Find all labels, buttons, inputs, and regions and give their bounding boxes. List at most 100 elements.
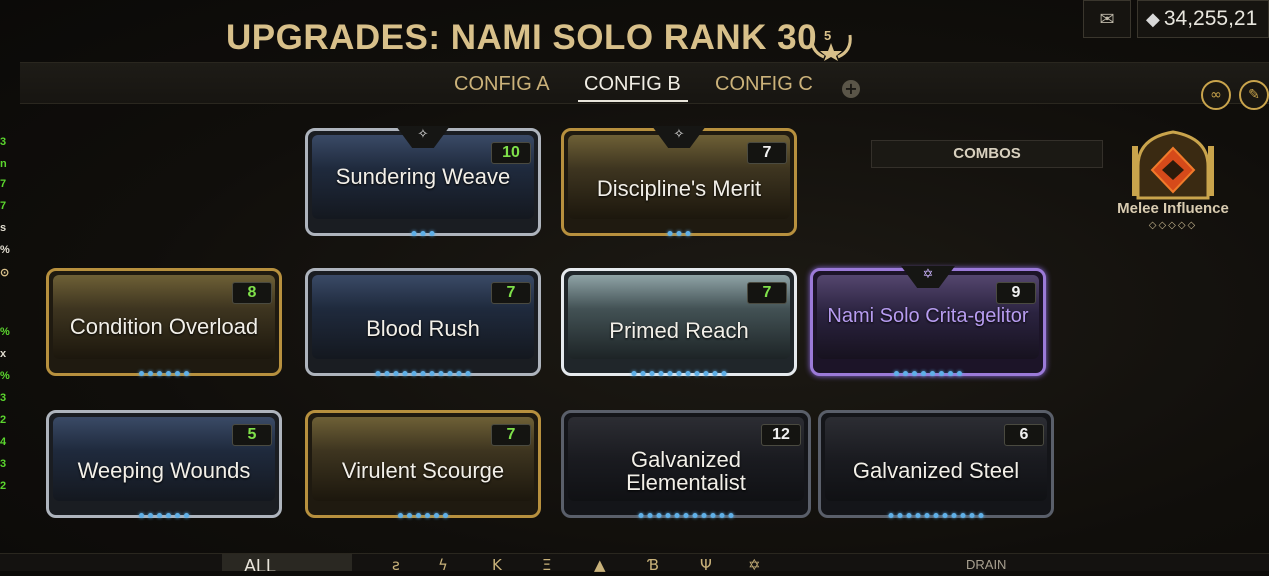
platinum-icon: ◆: [1146, 8, 1160, 30]
stat-char: %: [0, 244, 10, 256]
edit-icon[interactable]: ✎: [1239, 80, 1269, 110]
filter-all-tab[interactable]: ALL: [222, 554, 352, 571]
mod-name: Nami Solo Crita-gelitor: [827, 305, 1029, 327]
mod-card-disciplines-merit[interactable]: ✧ 7 Discipline's Merit: [561, 126, 797, 238]
mod-card-riven[interactable]: ✡ 9 Nami Solo Crita-gelitor: [810, 266, 1046, 378]
stat-char: 2: [0, 414, 7, 426]
combos-button[interactable]: COMBOS: [871, 140, 1103, 168]
mod-rank-pips: [139, 371, 189, 376]
stat-char: %: [0, 326, 10, 338]
mod-rank-pips: [888, 513, 984, 518]
mod-drain-badge: 5: [232, 424, 272, 446]
polarity-filter-icon[interactable]: Ψ: [700, 554, 712, 576]
mod-drain: 7: [762, 144, 772, 161]
config-tabs: CONFIG A CONFIG B CONFIG C +: [20, 62, 1269, 104]
platinum-counter[interactable]: ◆ 34,255,21: [1137, 0, 1269, 38]
platinum-amount: 34,255,21: [1163, 7, 1258, 30]
mod-drain: 9: [1011, 284, 1021, 301]
mod-name: Weeping Wounds: [77, 458, 251, 483]
mod-name: Primed Reach: [609, 318, 749, 343]
mod-drain-badge: 6: [1004, 424, 1044, 446]
mastery-rank-emblem: 5: [806, 27, 856, 61]
drain-sort-label[interactable]: DRAIN: [966, 554, 1006, 576]
currency-area: ✉ ◆ 34,255,21: [1083, 0, 1269, 38]
mod-drain: 7: [506, 426, 516, 443]
mod-name: Sundering Weave: [335, 164, 511, 189]
mod-drain: 7: [506, 284, 516, 301]
stance-emblem-icon: [1132, 130, 1214, 200]
mod-drain-badge: 7: [491, 282, 531, 304]
stat-char: %: [0, 370, 10, 382]
mod-card-galvanized-steel[interactable]: 6 Galvanized Steel: [818, 410, 1054, 520]
active-tab-underline: [578, 100, 688, 102]
mod-name: Condition Overload: [69, 314, 259, 339]
stance-name: Melee Influence: [1117, 200, 1229, 217]
polarity-filter-icon[interactable]: Ξ: [542, 554, 551, 576]
mod-card-weeping-wounds[interactable]: 5 Weeping Wounds: [46, 410, 282, 520]
config-tools: ∞ ✎: [1201, 80, 1269, 110]
mod-name: Discipline's Merit: [596, 176, 762, 201]
mod-rank-pips: [631, 371, 727, 376]
mod-rank-pips: [638, 513, 734, 518]
mod-name: Galvanized Elementalist: [626, 447, 746, 495]
tab-config-c[interactable]: CONFIG C: [715, 73, 813, 96]
stat-char: x: [0, 348, 7, 360]
link-icon[interactable]: ∞: [1201, 80, 1231, 110]
stat-char: 3: [0, 136, 7, 148]
stat-char: n: [0, 158, 7, 170]
polarity-filter-icon[interactable]: K: [492, 554, 502, 576]
mastery-rank-number: 5: [824, 28, 832, 43]
mod-drain-badge: 9: [996, 282, 1036, 304]
tab-config-a[interactable]: CONFIG A: [454, 73, 550, 96]
stat-char: ⊙: [0, 267, 10, 279]
mod-drain: 12: [772, 426, 790, 443]
mod-drain-badge: 12: [761, 424, 801, 446]
add-config-button[interactable]: +: [842, 80, 860, 98]
stat-char: 3: [0, 458, 7, 470]
polarity-filter-icon[interactable]: Ɓ: [648, 554, 659, 576]
polarity-filter-icon[interactable]: ϟ: [438, 554, 448, 576]
stat-char: 3: [0, 392, 7, 404]
page-title: UPGRADES: NAMI SOLO RANK 30: [226, 18, 818, 57]
stat-char: 7: [0, 200, 7, 212]
mod-drain: 7: [762, 284, 772, 301]
top-bar: UPGRADES: NAMI SOLO RANK 30 5 ✉ ◆ 34,255…: [0, 0, 1269, 62]
polarity-filter-icon[interactable]: ✡: [748, 554, 761, 576]
mod-drain-badge: 7: [747, 142, 787, 164]
polarity-filter-icon[interactable]: ▲: [594, 554, 606, 576]
mod-drain-badge: 7: [491, 424, 531, 446]
mod-drain: 6: [1019, 426, 1029, 443]
mod-rank-pips: [139, 513, 189, 518]
mod-drain-badge: 7: [747, 282, 787, 304]
mod-drain: 10: [502, 144, 520, 161]
mod-card-galvanized-elementalist[interactable]: 12 Galvanized Elementalist: [561, 410, 811, 520]
mod-rank-pips: [894, 371, 962, 376]
mod-card-sundering-weave[interactable]: ✧ 10 Sundering Weave: [305, 126, 541, 238]
mod-name: Virulent Scourge: [341, 458, 505, 483]
mod-drain-badge: 8: [232, 282, 272, 304]
stat-char: 7: [0, 178, 7, 190]
mod-rank-pips: [411, 231, 435, 236]
mod-card-condition-overload[interactable]: 8 Condition Overload: [46, 268, 282, 378]
stance-slot[interactable]: Melee Influence ◇◇◇◇◇: [1108, 126, 1238, 236]
mod-card-primed-reach[interactable]: 7 Primed Reach: [561, 268, 797, 378]
tab-config-b[interactable]: CONFIG B: [584, 73, 681, 96]
mod-rank-pips: [667, 231, 691, 236]
stats-strip: 3 n 7 7 s % ⊙ % x % 3 2 4 3 2: [0, 62, 12, 562]
mod-card-virulent-scourge[interactable]: 7 Virulent Scourge: [305, 410, 541, 520]
mod-drain: 8: [247, 284, 257, 301]
stat-char: 4: [0, 436, 7, 448]
stance-rank-pips: ◇◇◇◇◇: [1148, 220, 1198, 231]
mod-rank-pips: [375, 371, 471, 376]
mod-name: Galvanized Steel: [852, 458, 1020, 483]
mod-rank-pips: [398, 513, 448, 518]
mod-name: Blood Rush: [366, 316, 480, 341]
mod-drain-badge: 10: [491, 142, 531, 164]
mod-filter-bar: ALL ƨ ϟ K Ξ ▲ Ɓ Ψ ✡ DRAIN: [0, 553, 1269, 574]
stat-char: s: [0, 222, 7, 234]
credits-icon[interactable]: ✉: [1083, 0, 1131, 38]
stat-char: 2: [0, 480, 7, 492]
polarity-filter-icon[interactable]: ƨ: [392, 554, 400, 576]
mod-card-blood-rush[interactable]: 7 Blood Rush: [305, 268, 541, 378]
mod-drain: 5: [247, 426, 257, 443]
